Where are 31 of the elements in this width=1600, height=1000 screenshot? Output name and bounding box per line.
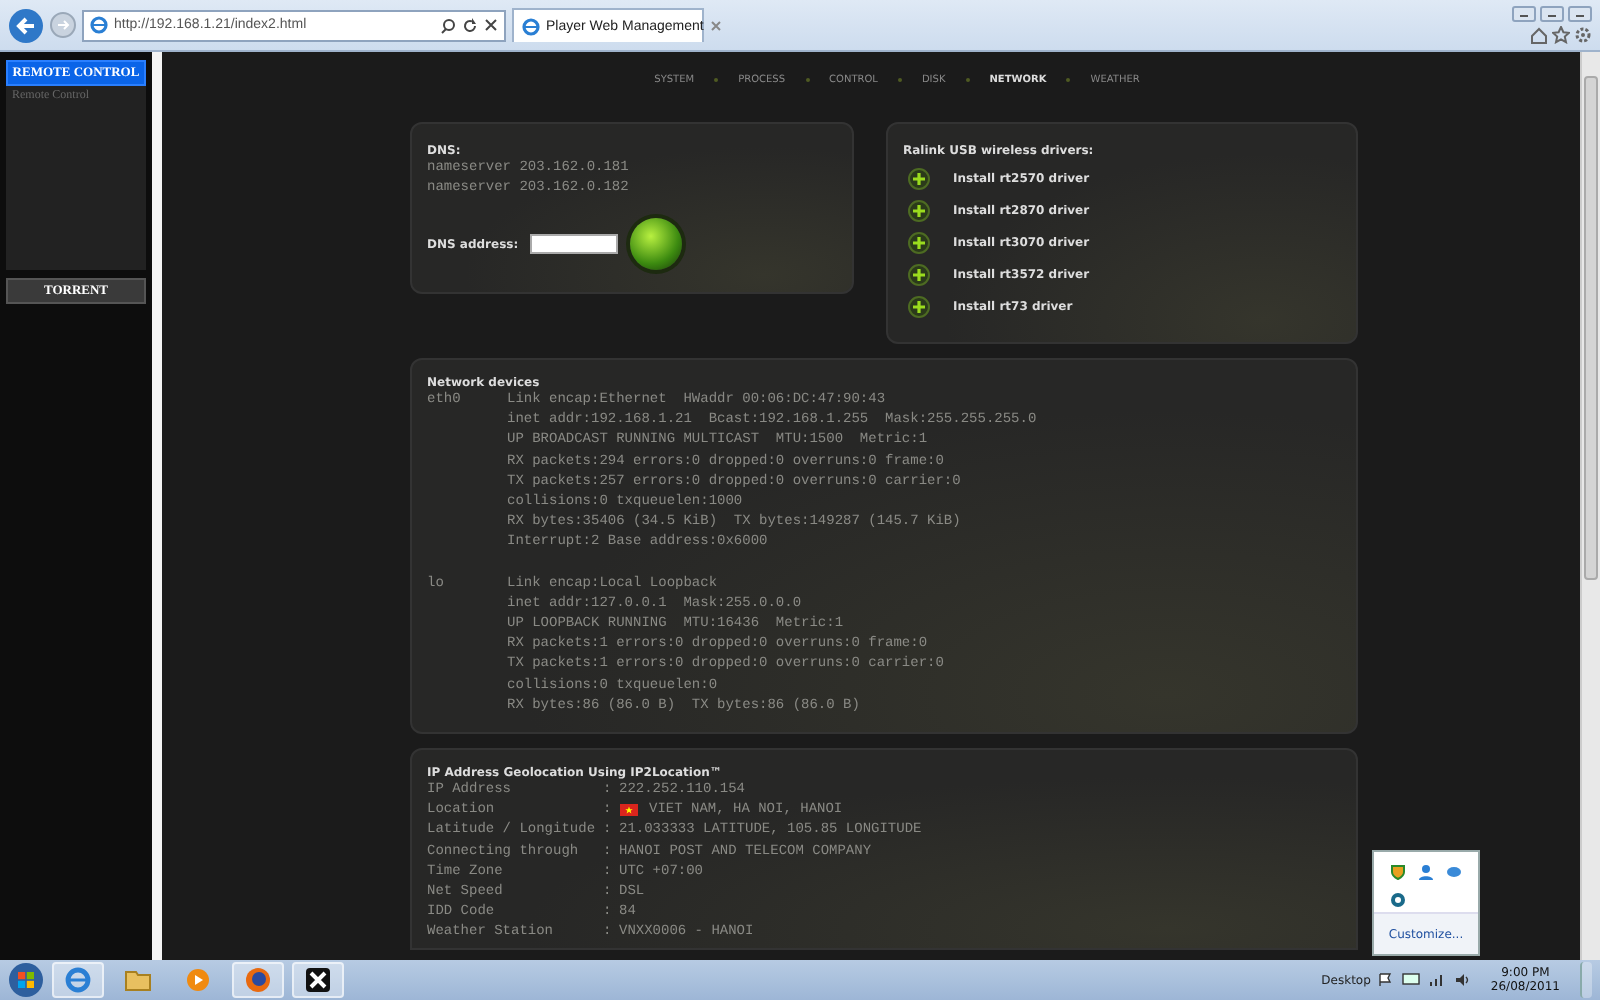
ie-logo-icon [90, 16, 108, 34]
plus-icon[interactable] [907, 168, 929, 190]
search-icon[interactable] [440, 17, 456, 33]
speaker-icon[interactable] [1454, 972, 1471, 988]
plus-icon[interactable] [907, 264, 929, 286]
close-icon[interactable] [484, 18, 498, 32]
start-button[interactable] [8, 962, 44, 998]
ie-logo-icon [522, 17, 540, 35]
globe-button[interactable] [630, 218, 683, 271]
firefox-logo-icon[interactable] [244, 966, 272, 994]
restore-button[interactable] [1540, 6, 1564, 22]
ie-logo-icon[interactable] [64, 966, 92, 994]
back-button[interactable] [8, 7, 44, 43]
flag-icon[interactable] [1378, 972, 1395, 988]
plus-icon[interactable] [907, 232, 929, 254]
network-icon[interactable] [1402, 972, 1421, 988]
dns-address-field[interactable] [530, 234, 619, 255]
shield-icon[interactable] [1390, 864, 1406, 880]
plus-icon[interactable] [907, 296, 929, 318]
home-icon[interactable] [1530, 26, 1548, 44]
plus-icon[interactable] [907, 200, 929, 222]
minimize-button[interactable] [1512, 6, 1536, 22]
person-icon[interactable] [1418, 864, 1434, 880]
close-button[interactable] [1568, 6, 1592, 22]
signal-icon[interactable] [1428, 972, 1447, 988]
refresh-icon[interactable] [462, 17, 478, 33]
x-logo-icon[interactable] [304, 966, 332, 994]
flag-icon [619, 804, 637, 817]
star-icon[interactable] [1552, 26, 1570, 44]
settings-icon[interactable] [1574, 26, 1592, 44]
scrollbar-thumb[interactable] [1584, 76, 1598, 580]
